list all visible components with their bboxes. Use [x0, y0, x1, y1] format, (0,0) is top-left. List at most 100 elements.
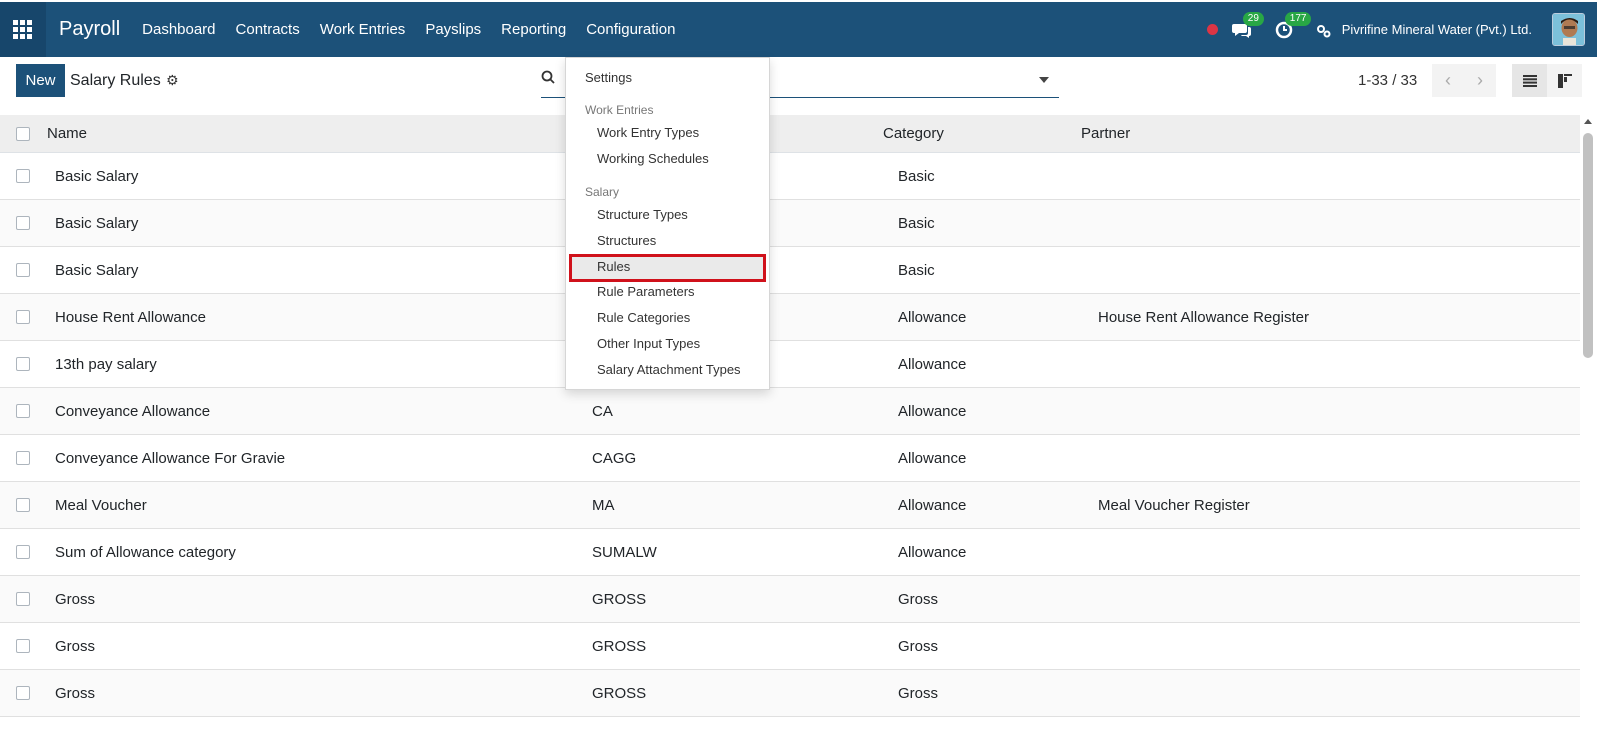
dropdown-item-rule-parameters[interactable]: Rule Parameters — [597, 284, 695, 299]
cell-category: Basic — [898, 262, 935, 279]
scrollbar-thumb[interactable] — [1583, 133, 1593, 358]
table-body: Basic Salary Basic Basic Salary Basic Basic … — [0, 153, 1580, 717]
chat-count-badge: 29 — [1242, 11, 1264, 26]
dropdown-item-salary-attachment-types[interactable]: Salary Attachment Types — [597, 362, 741, 377]
pager-previous-button[interactable]: ‹ — [1432, 64, 1464, 97]
cell-category: Gross — [898, 591, 939, 608]
dropdown-item-other-input-types[interactable]: Other Input Types — [597, 336, 700, 351]
record-dot-icon[interactable] — [1206, 24, 1218, 35]
search-options-caret-icon[interactable] — [1039, 77, 1049, 83]
cell-name: Conveyance Allowance — [55, 403, 211, 420]
kanban-view-icon[interactable] — [1547, 64, 1582, 97]
dropdown-item-structures[interactable]: Structures — [597, 233, 656, 248]
pager-buttons: ‹ › — [1432, 64, 1496, 97]
menu-work-entries[interactable]: Work Entries — [310, 2, 416, 57]
salary-rules-table: Name Category Partner Basic Salary Basic B… — [0, 115, 1580, 741]
column-header-partner[interactable]: Partner — [1081, 125, 1130, 142]
row-checkbox[interactable] — [16, 592, 30, 606]
row-checkbox[interactable] — [16, 545, 30, 559]
row-checkbox[interactable] — [16, 498, 30, 512]
row-checkbox[interactable] — [16, 404, 30, 418]
menu-payslips[interactable]: Payslips — [415, 2, 491, 57]
gear-icon[interactable]: ⚙ — [166, 72, 179, 89]
chat-icon[interactable]: 29 — [1231, 11, 1264, 40]
cell-category: Gross — [898, 685, 939, 702]
page-title[interactable]: Salary Rules — [70, 72, 161, 90]
new-button[interactable]: New — [16, 64, 65, 97]
dropdown-header-salary: Salary — [585, 185, 620, 199]
cell-category: Basic — [898, 168, 935, 185]
table-row[interactable]: Gross GROSS Gross — [0, 670, 1580, 717]
table-row[interactable]: Basic Salary Basic — [0, 247, 1580, 294]
table-row[interactable]: Sum of Allowance category SUMALW Allowance — [0, 529, 1580, 576]
menu-configuration[interactable]: Configuration — [576, 2, 685, 57]
cell-name: Gross — [55, 685, 96, 702]
cell-name: Basic Salary — [55, 215, 139, 232]
table-row[interactable]: House Rent Allowance Allowance House Rent … — [0, 294, 1580, 341]
dropdown-item-rules[interactable]: Rules — [597, 259, 630, 274]
pager-value[interactable]: 1-33 / 33 — [1358, 72, 1417, 89]
vertical-scrollbar[interactable] — [1580, 115, 1597, 741]
grid-icon — [13, 19, 33, 40]
pager-next-button[interactable]: › — [1464, 64, 1496, 97]
cell-partner: House Rent Allowance Register — [1098, 309, 1309, 326]
user-avatar[interactable] — [1552, 13, 1585, 46]
cell-name: Conveyance Allowance For Gravie — [55, 450, 286, 467]
row-checkbox[interactable] — [16, 310, 30, 324]
company-switch-icon[interactable] — [1316, 20, 1336, 40]
table-row[interactable]: Meal Voucher MA Allowance Meal Voucher Regi… — [0, 482, 1580, 529]
cell-category: Allowance — [898, 497, 967, 514]
control-panel: New Salary Rules ⚙ 1-33 / 33 ‹ › — [0, 57, 1597, 115]
activity-count-badge: 177 — [1284, 11, 1312, 26]
dropdown-item-rule-categories[interactable]: Rule Categories — [597, 310, 690, 325]
row-checkbox[interactable] — [16, 263, 30, 277]
cell-name: House Rent Allowance — [55, 309, 206, 326]
row-checkbox[interactable] — [16, 216, 30, 230]
view-switcher — [1512, 64, 1582, 97]
cell-category: Allowance — [898, 450, 967, 467]
dropdown-item-work-entry-types[interactable]: Work Entry Types — [597, 125, 699, 140]
cell-code: GROSS — [592, 685, 647, 702]
cell-code: SUMALW — [592, 544, 657, 561]
table-row[interactable]: 13th pay salary Allowance — [0, 341, 1580, 388]
dropdown-item-working-schedules[interactable]: Working Schedules — [597, 151, 709, 166]
table-row[interactable]: Conveyance Allowance CA Allowance — [0, 388, 1580, 435]
navbar-systray: 29 177 Pivrifine Mineral Water (Pvt.) Lt… — [1206, 2, 1597, 57]
table-row[interactable]: Gross GROSS Gross — [0, 576, 1580, 623]
row-checkbox[interactable] — [16, 686, 30, 700]
scroll-up-arrow-icon[interactable] — [1584, 119, 1592, 124]
cell-name: Gross — [55, 638, 96, 655]
cell-category: Allowance — [898, 356, 967, 373]
company-name[interactable]: Pivrifine Mineral Water (Pvt.) Ltd. — [1342, 22, 1532, 37]
cell-code: CA — [592, 403, 613, 420]
cell-code: GROSS — [592, 591, 647, 608]
list-view-icon[interactable] — [1512, 64, 1547, 97]
app-brand[interactable]: Payroll — [59, 18, 120, 41]
row-checkbox[interactable] — [16, 639, 30, 653]
row-checkbox[interactable] — [16, 357, 30, 371]
cell-name: 13th pay salary — [55, 356, 157, 373]
table-row[interactable]: Gross GROSS Gross — [0, 623, 1580, 670]
column-header-name[interactable]: Name — [47, 125, 87, 142]
cell-category: Allowance — [898, 403, 967, 420]
activity-clock-icon[interactable]: 177 — [1274, 11, 1312, 40]
column-header-category[interactable]: Category — [883, 125, 944, 142]
dropdown-item-structure-types[interactable]: Structure Types — [597, 207, 688, 222]
menu-reporting[interactable]: Reporting — [491, 2, 576, 57]
dropdown-item-settings[interactable]: Settings — [585, 70, 632, 85]
menu-dashboard[interactable]: Dashboard — [132, 2, 225, 57]
cell-category: Basic — [898, 215, 935, 232]
apps-menu-button[interactable] — [0, 2, 46, 57]
row-checkbox[interactable] — [16, 169, 30, 183]
cell-partner: Meal Voucher Register — [1098, 497, 1250, 514]
configuration-dropdown: Settings Work Entries Work Entry Types W… — [565, 57, 770, 390]
cell-category: Allowance — [898, 544, 967, 561]
select-all-checkbox[interactable] — [16, 127, 30, 141]
table-row[interactable]: Basic Salary Basic — [0, 153, 1580, 200]
cell-code: CAGG — [592, 450, 637, 467]
menu-contracts[interactable]: Contracts — [226, 2, 310, 57]
table-row[interactable]: Basic Salary Basic — [0, 200, 1580, 247]
row-checkbox[interactable] — [16, 451, 30, 465]
cell-code: MA — [592, 497, 615, 514]
table-row[interactable]: Conveyance Allowance For Gravie CAGG Allow… — [0, 435, 1580, 482]
